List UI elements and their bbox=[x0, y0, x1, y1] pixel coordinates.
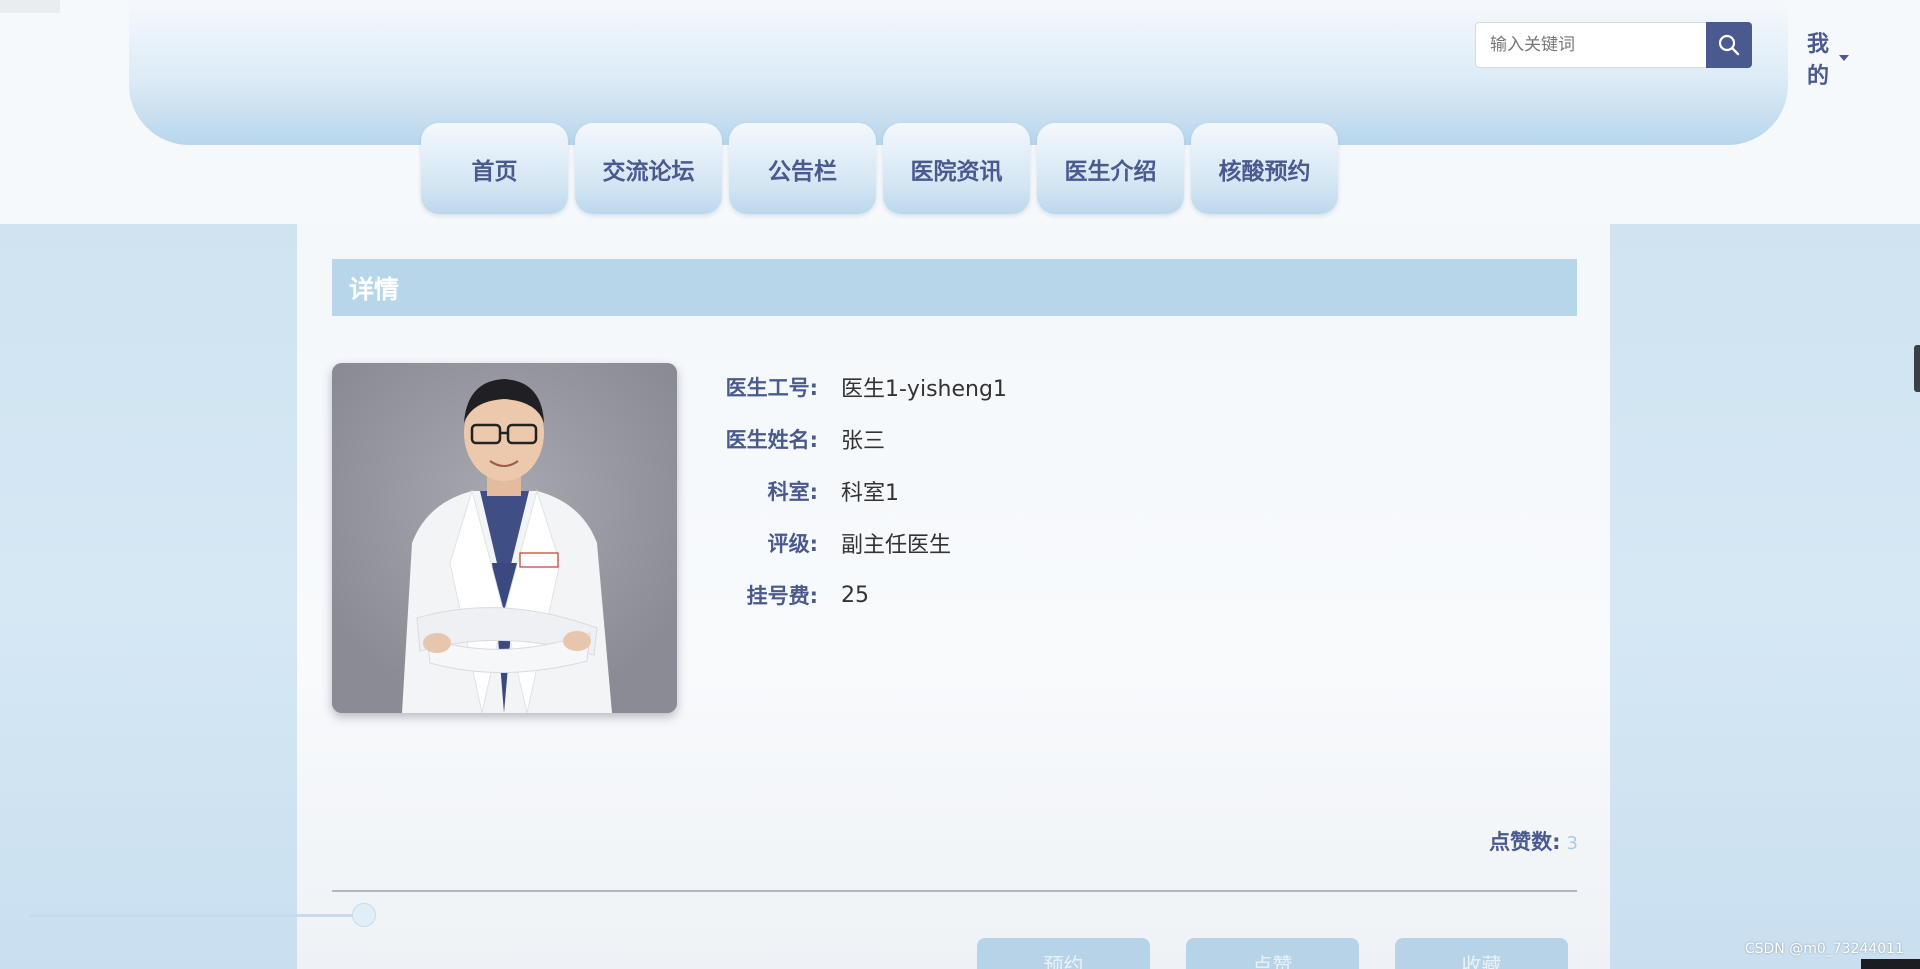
book-button[interactable]: 预约 bbox=[977, 938, 1150, 969]
search-button[interactable] bbox=[1706, 22, 1752, 68]
doctor-portrait-image bbox=[332, 363, 677, 713]
nav-item-nucleic-acid-booking[interactable]: 核酸预约 bbox=[1191, 123, 1338, 214]
page: 我的 首页 交流论坛 公告栏 医院资讯 医生介绍 核酸预约 详情 bbox=[0, 0, 1920, 969]
watermark: CSDN @m0_73244011 bbox=[1744, 941, 1904, 957]
nav-item-home[interactable]: 首页 bbox=[421, 123, 568, 214]
field-doctor-id: 医生工号: 医生1-yisheng1 bbox=[677, 361, 1007, 413]
doctor-photo bbox=[332, 363, 677, 713]
search-icon bbox=[1718, 34, 1740, 56]
side-handle[interactable] bbox=[1914, 345, 1920, 392]
favorite-button[interactable]: 收藏 bbox=[1395, 938, 1568, 969]
field-department: 科室: 科室1 bbox=[677, 465, 1007, 517]
nav-item-hospital-news[interactable]: 医院资讯 bbox=[883, 123, 1030, 214]
caret-down-icon bbox=[1839, 55, 1850, 61]
doctor-info-list: 医生工号: 医生1-yisheng1 医生姓名: 张三 科室: 科室1 评级: … bbox=[677, 361, 1007, 621]
likes-count: 点赞数: 3 bbox=[1489, 826, 1578, 856]
field-value: 25 bbox=[841, 582, 869, 608]
like-button[interactable]: 点赞 bbox=[1186, 938, 1359, 969]
section-title: 详情 bbox=[332, 259, 1577, 316]
field-doctor-name: 医生姓名: 张三 bbox=[677, 413, 1007, 465]
nav-item-doctor-intro[interactable]: 医生介绍 bbox=[1037, 123, 1184, 214]
user-menu-label: 我的 bbox=[1807, 32, 1830, 89]
field-value: 张三 bbox=[841, 429, 886, 454]
nav-item-forum[interactable]: 交流论坛 bbox=[575, 123, 722, 214]
search-input[interactable] bbox=[1475, 22, 1706, 68]
field-label: 医生工号: bbox=[725, 376, 818, 400]
field-label: 评级: bbox=[767, 532, 818, 556]
search-bar bbox=[1475, 22, 1752, 68]
field-value: 副主任医生 bbox=[841, 533, 952, 558]
detail-panel: 详情 医生工号: 医生1-yisheng1 医生姓名: 张三 科室: 科室1 评… bbox=[297, 224, 1610, 969]
likes-label: 点赞数: bbox=[1489, 830, 1561, 854]
divider bbox=[332, 890, 1577, 892]
field-value: 科室1 bbox=[841, 481, 899, 506]
nav-item-notice-board[interactable]: 公告栏 bbox=[729, 123, 876, 214]
slider-track[interactable] bbox=[30, 914, 364, 917]
main-nav: 首页 交流论坛 公告栏 医院资讯 医生介绍 核酸预约 bbox=[421, 123, 1338, 214]
corner-block bbox=[1861, 959, 1920, 969]
field-label: 科室: bbox=[767, 480, 818, 504]
field-label: 医生姓名: bbox=[725, 428, 818, 452]
corner-tab bbox=[0, 0, 60, 13]
field-value: 医生1-yisheng1 bbox=[841, 377, 1007, 402]
field-rank: 评级: 副主任医生 bbox=[677, 517, 1007, 569]
slider-handle[interactable] bbox=[352, 903, 376, 927]
field-label: 挂号费: bbox=[746, 584, 818, 608]
user-menu[interactable]: 我的 bbox=[1807, 26, 1850, 90]
field-registration-fee: 挂号费: 25 bbox=[677, 569, 1007, 621]
action-buttons: 预约 点赞 收藏 bbox=[977, 938, 1568, 969]
likes-value: 3 bbox=[1566, 833, 1578, 854]
